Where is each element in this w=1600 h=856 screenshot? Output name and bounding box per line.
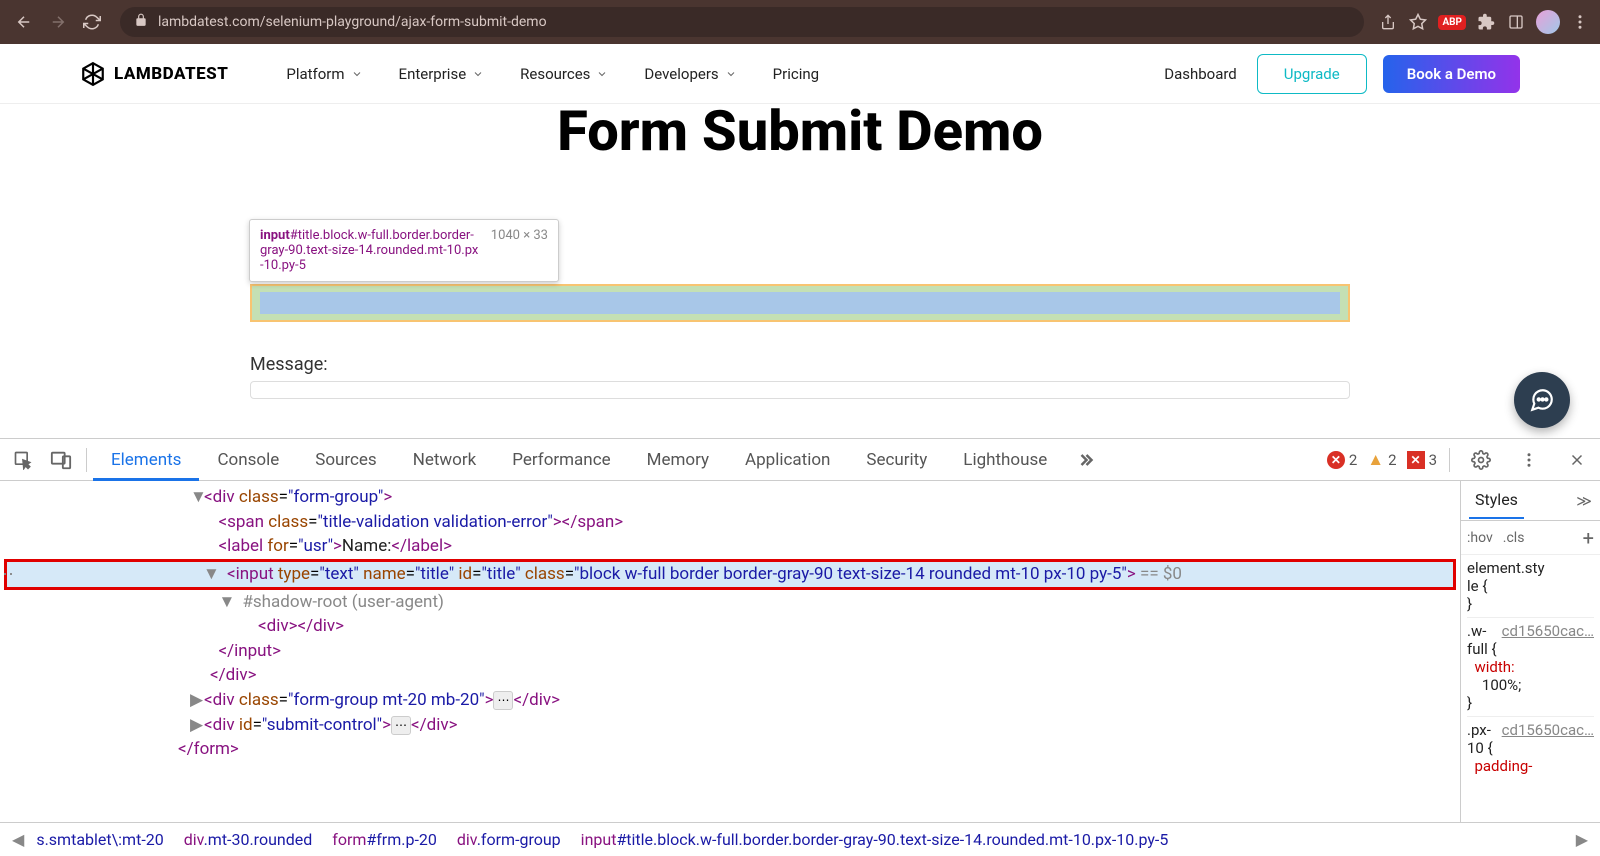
dom-line[interactable]: ▼<div class="form-group"> xyxy=(0,485,1460,510)
star-icon[interactable] xyxy=(1408,12,1428,32)
nav-resources[interactable]: Resources xyxy=(502,65,626,83)
abp-badge[interactable]: ABP xyxy=(1438,15,1466,30)
dom-breadcrumb: ◀ s.smtablet\:mt-20 div.mt-30.rounded fo… xyxy=(0,822,1600,856)
nav-platform[interactable]: Platform xyxy=(268,65,380,83)
device-icon[interactable] xyxy=(46,445,76,475)
bc-item[interactable]: input#title.block.w-full.border.border-g… xyxy=(571,830,1179,849)
styles-tab[interactable]: Styles xyxy=(1469,490,1524,519)
bc-left-icon[interactable]: ◀ xyxy=(10,830,26,849)
back-icon[interactable] xyxy=(10,8,38,36)
selected-dom-highlight: ⋯▼<input type="text" name="title" id="ti… xyxy=(4,559,1456,590)
chevron-down-icon xyxy=(351,68,363,80)
bc-right-icon[interactable]: ▶ xyxy=(1574,830,1590,849)
devtools: Elements Console Sources Network Perform… xyxy=(0,438,1600,856)
add-rule-icon[interactable]: + xyxy=(1583,526,1594,550)
tab-memory[interactable]: Memory xyxy=(629,440,727,480)
dom-line[interactable]: ▶<div id="submit-control">⋯</div> xyxy=(0,713,1460,738)
dashboard-link[interactable]: Dashboard xyxy=(1164,65,1237,83)
highlighted-input[interactable]: input#title.block.w-full.border.border-g… xyxy=(250,284,1350,322)
warning-count[interactable]: ▲2 xyxy=(1367,450,1396,470)
page-content: Form Submit Demo input#title.block.w-ful… xyxy=(0,104,1600,438)
bc-item[interactable]: form#frm.p-20 xyxy=(322,830,447,849)
error-count[interactable]: ✕2 xyxy=(1327,451,1357,469)
tab-console[interactable]: Console xyxy=(199,440,297,480)
cls-toggle[interactable]: .cls xyxy=(1503,530,1525,546)
logo-text: LAMBDATEST xyxy=(114,64,228,84)
tab-application[interactable]: Application xyxy=(727,440,848,480)
more-tabs-icon[interactable] xyxy=(1069,445,1099,475)
dom-selected-line[interactable]: ⋯▼<input type="text" name="title" id="ti… xyxy=(7,562,1453,587)
more-styles-icon[interactable]: ≫ xyxy=(1576,492,1592,510)
dom-line[interactable]: <div></div> xyxy=(0,614,1460,639)
window-icon[interactable] xyxy=(1506,12,1526,32)
tab-lighthouse[interactable]: Lighthouse xyxy=(945,440,1065,480)
bc-item[interactable]: div.form-group xyxy=(447,830,571,849)
kebab-icon[interactable] xyxy=(1514,445,1544,475)
share-icon[interactable] xyxy=(1378,12,1398,32)
close-devtools-icon[interactable] xyxy=(1562,445,1592,475)
styles-panel: Styles ≫ :hov .cls + element.sty le { } … xyxy=(1460,481,1600,822)
tooltip-size: 1040 × 33 xyxy=(491,228,548,273)
dom-line[interactable]: <label for="usr">Name:</label> xyxy=(0,534,1460,559)
bc-item[interactable]: s.smtablet\:mt-20 xyxy=(26,830,173,849)
address-bar[interactable]: lambdatest.com/selenium-playground/ajax-… xyxy=(120,7,1364,37)
reload-icon[interactable] xyxy=(78,8,106,36)
browser-toolbar: lambdatest.com/selenium-playground/ajax-… xyxy=(0,0,1600,44)
extensions-icon[interactable] xyxy=(1476,12,1496,32)
nav-enterprise[interactable]: Enterprise xyxy=(381,65,503,83)
page-title: Form Submit Demo xyxy=(0,104,1600,164)
chrome-right-icons: ABP xyxy=(1378,10,1590,34)
hov-toggle[interactable]: :hov xyxy=(1467,530,1493,546)
tooltip-selector: input#title.block.w-full.border.border-g… xyxy=(260,228,481,273)
tab-security[interactable]: Security xyxy=(848,440,945,480)
devtools-body: ▼<div class="form-group"> <span class="t… xyxy=(0,481,1600,822)
logo-icon xyxy=(80,61,106,87)
tab-network[interactable]: Network xyxy=(395,440,495,480)
site-header: LAMBDATEST Platform Enterprise Resources… xyxy=(0,44,1600,104)
url-text: lambdatest.com/selenium-playground/ajax-… xyxy=(158,14,547,30)
chevron-down-icon xyxy=(472,68,484,80)
forward-icon[interactable] xyxy=(44,8,72,36)
message-textarea[interactable] xyxy=(250,381,1350,399)
tab-elements[interactable]: Elements xyxy=(93,440,199,480)
inspect-icon[interactable] xyxy=(8,445,38,475)
dom-line[interactable]: ▼#shadow-root (user-agent) xyxy=(0,590,1460,615)
bc-item[interactable]: div.mt-30.rounded xyxy=(174,830,323,849)
logo[interactable]: LAMBDATEST xyxy=(80,61,228,87)
profile-avatar[interactable] xyxy=(1536,10,1560,34)
chat-fab[interactable] xyxy=(1514,372,1570,428)
elements-panel[interactable]: ▼<div class="form-group"> <span class="t… xyxy=(0,481,1460,822)
styles-body[interactable]: element.sty le { } cd15650cac… .w-full {… xyxy=(1461,555,1600,822)
issue-count[interactable]: ✕3 xyxy=(1407,451,1437,469)
styles-filter: :hov .cls + xyxy=(1461,521,1600,555)
book-demo-button[interactable]: Book a Demo xyxy=(1383,55,1520,93)
form-area: input#title.block.w-full.border.border-g… xyxy=(250,164,1350,399)
lock-icon xyxy=(134,13,148,31)
dom-line[interactable]: </form> xyxy=(0,737,1460,762)
dom-line[interactable]: </div> xyxy=(0,663,1460,688)
chevron-down-icon xyxy=(596,68,608,80)
gear-icon[interactable] xyxy=(1466,445,1496,475)
upgrade-button[interactable]: Upgrade xyxy=(1257,54,1367,94)
styles-tabs: Styles ≫ xyxy=(1461,481,1600,521)
dom-line[interactable]: </input> xyxy=(0,639,1460,664)
tab-performance[interactable]: Performance xyxy=(494,440,628,480)
devtools-tabs: Elements Console Sources Network Perform… xyxy=(0,439,1600,481)
chat-icon xyxy=(1529,387,1555,413)
tab-sources[interactable]: Sources xyxy=(297,440,394,480)
kebab-menu-icon[interactable] xyxy=(1570,12,1590,32)
nav-developers[interactable]: Developers xyxy=(626,65,754,83)
inspector-tooltip: input#title.block.w-full.border.border-g… xyxy=(249,219,559,282)
nav-pricing[interactable]: Pricing xyxy=(755,65,837,83)
dom-line[interactable]: ▶<div class="form-group mt-20 mb-20">⋯</… xyxy=(0,688,1460,713)
chevron-down-icon xyxy=(725,68,737,80)
dom-line[interactable]: <span class="title-validation validation… xyxy=(0,510,1460,535)
message-label: Message: xyxy=(250,354,1350,375)
